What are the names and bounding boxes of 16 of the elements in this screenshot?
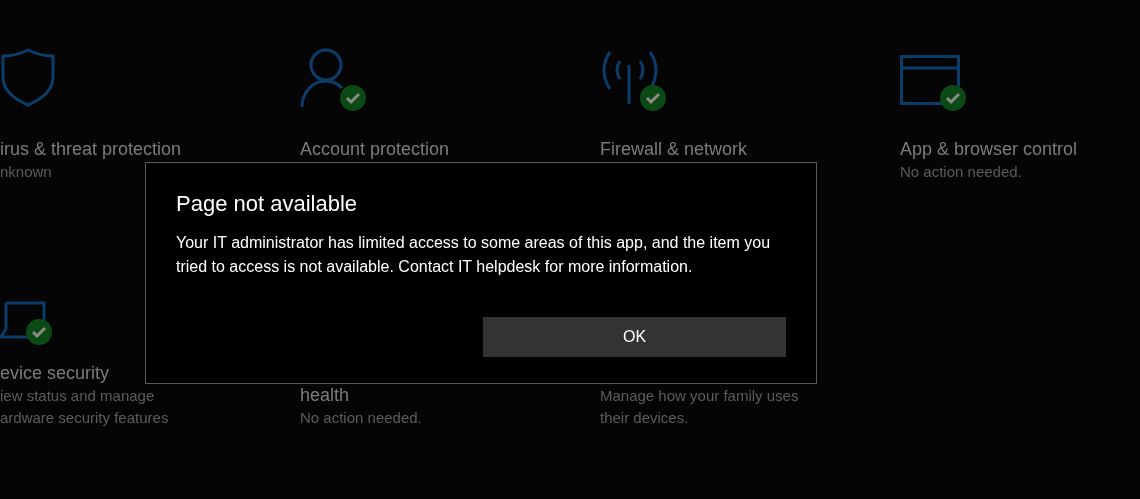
browser-window-icon	[900, 55, 960, 107]
tile-title: App & browser control	[900, 138, 1079, 161]
dialog-message: Your IT administrator has limited access to some areas of this app, and the item you tried to access is not available. Contact IT helpdesk for more information.	[176, 233, 772, 277]
tile-title: health	[300, 384, 351, 407]
tile-status: Manage how your family uses their devices.	[600, 386, 800, 428]
dialog-title: Page not available	[176, 190, 359, 218]
tile-status: No action needed.	[900, 162, 1023, 182]
tile-status: No action needed.	[300, 408, 423, 428]
laptop-icon	[0, 301, 46, 341]
ok-button[interactable]: OK	[483, 317, 786, 357]
tile-status: iew status and manage ardware security features	[0, 386, 170, 428]
tile-title: irus & threat protection	[0, 138, 183, 161]
tile-title: Account protection	[300, 138, 451, 161]
tile-title: Firewall & network	[600, 138, 749, 161]
tile-title: evice security	[0, 362, 111, 385]
tile-status: nknown	[0, 162, 53, 182]
